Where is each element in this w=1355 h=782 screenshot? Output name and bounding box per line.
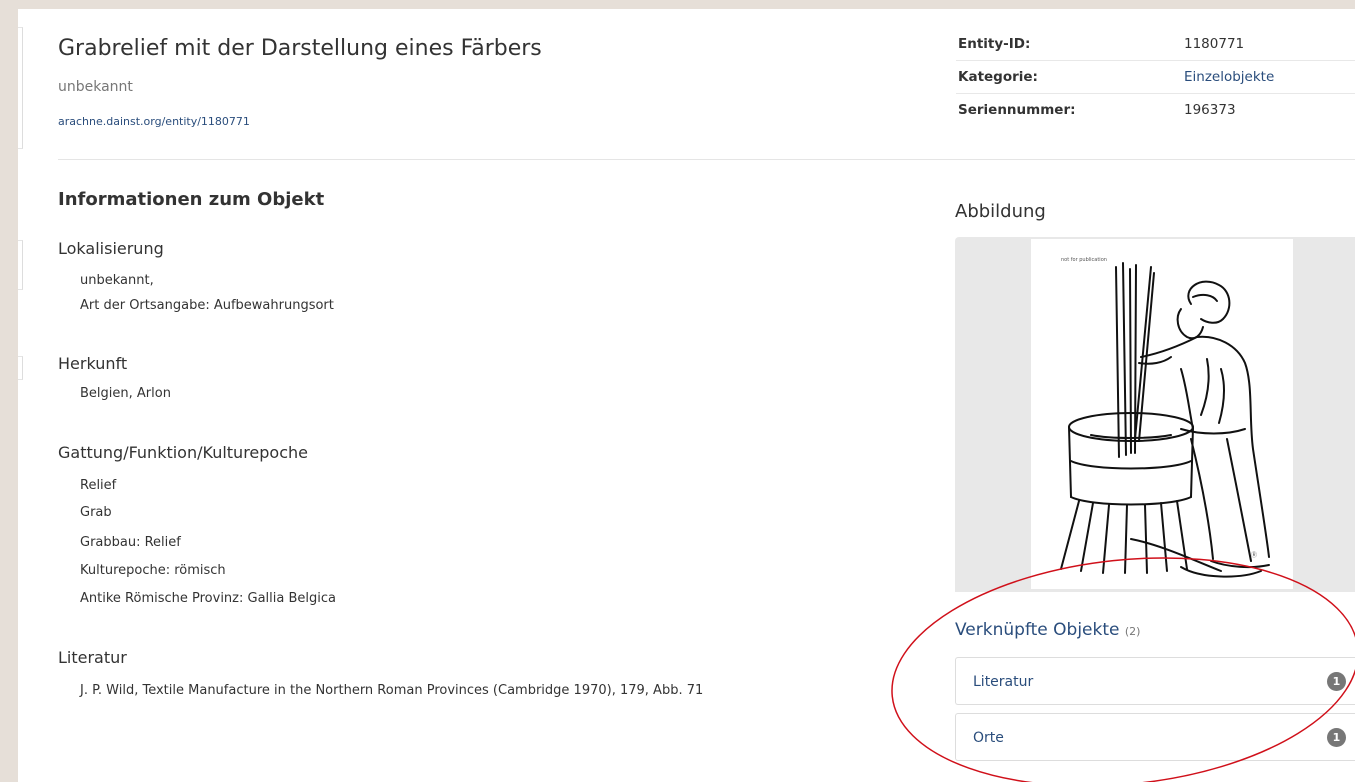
- divider: [58, 159, 1355, 160]
- kategorie-link[interactable]: Einzelobjekte: [1184, 69, 1274, 85]
- svg-text:Ⓡ: Ⓡ: [1251, 551, 1257, 559]
- svg-text:not for publication: not for publication: [1061, 257, 1107, 263]
- object-uri-link[interactable]: arachne.dainst.org/entity/1180771: [58, 115, 250, 128]
- section-line: J. P. Wild, Textile Manufacture in the N…: [80, 683, 704, 698]
- left-edge-tab[interactable]: [18, 27, 23, 149]
- count-badge: 1: [1327, 728, 1346, 747]
- linked-item-literatur[interactable]: Literatur 1: [955, 657, 1355, 705]
- linked-item-label: Orte: [973, 730, 1004, 746]
- left-edge-tab[interactable]: [18, 356, 23, 380]
- section-line: Belgien, Arlon: [80, 386, 171, 401]
- metadata-table: Entity-ID: 1180771 Kategorie: Einzelobje…: [956, 28, 1355, 126]
- metadata-row-entity-id: Entity-ID: 1180771: [956, 28, 1355, 61]
- section-line: unbekannt,: [80, 273, 154, 288]
- image-frame: not for publication Ⓡ: [955, 237, 1355, 592]
- linked-item-label: Literatur: [973, 674, 1034, 690]
- metadata-key: Kategorie:: [958, 69, 1038, 85]
- count-badge: 1: [1327, 672, 1346, 691]
- metadata-row-seriennummer: Seriennummer: 196373: [956, 94, 1355, 126]
- section-line: Relief: [80, 478, 117, 493]
- metadata-value: 196373: [1184, 102, 1236, 118]
- section-line: Kulturepoche: römisch: [80, 563, 226, 578]
- section-line: Grabbau: Relief: [80, 535, 181, 550]
- object-image[interactable]: not for publication Ⓡ: [1031, 239, 1293, 589]
- section-title-gattung: Gattung/Funktion/Kulturepoche: [58, 443, 308, 462]
- section-line: Grab: [80, 505, 112, 520]
- section-line: Antike Römische Provinz: Gallia Belgica: [80, 591, 336, 606]
- object-subtitle: unbekannt: [58, 79, 133, 95]
- verknuepfte-objekte-heading[interactable]: Verknüpfte Objekte (2): [955, 620, 1140, 640]
- metadata-key: Entity-ID:: [958, 36, 1031, 52]
- section-title-literatur: Literatur: [58, 648, 127, 667]
- metadata-value: 1180771: [1184, 36, 1245, 52]
- linked-item-orte[interactable]: Orte 1: [955, 713, 1355, 761]
- dyer-drawing: not for publication Ⓡ: [1060, 257, 1270, 578]
- section-title-herkunft: Herkunft: [58, 354, 128, 373]
- section-title-lokalisierung: Lokalisierung: [58, 239, 164, 258]
- left-edge-tab[interactable]: [18, 240, 23, 290]
- metadata-key: Seriennummer:: [958, 102, 1076, 118]
- object-title: Grabrelief mit der Darstellung eines Fär…: [58, 36, 542, 61]
- verknuepfte-objekte-title: Verknüpfte Objekte: [955, 620, 1120, 640]
- section-line: Art der Ortsangabe: Aufbewahrungsort: [80, 298, 334, 313]
- abbildung-heading: Abbildung: [955, 201, 1046, 222]
- info-heading: Informationen zum Objekt: [58, 189, 325, 210]
- metadata-row-kategorie: Kategorie: Einzelobjekte: [956, 61, 1355, 94]
- verknuepfte-objekte-count: (2): [1124, 625, 1141, 638]
